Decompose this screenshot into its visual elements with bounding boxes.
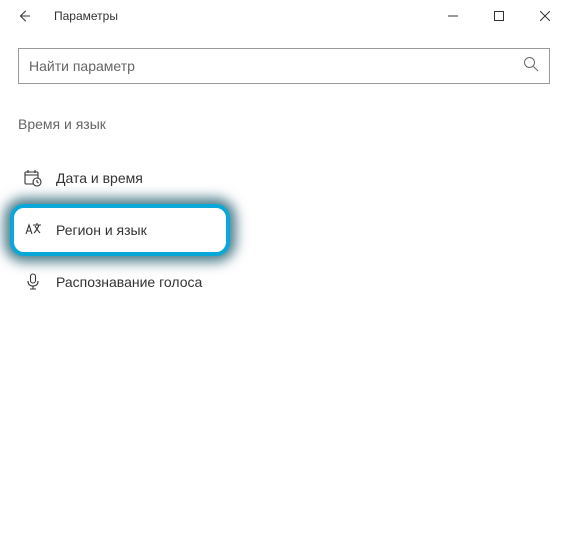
search-input[interactable]	[29, 58, 523, 74]
window-title: Параметры	[54, 9, 118, 23]
content-area: Время и язык Дата и время Регион и язы	[0, 32, 568, 306]
maximize-icon	[494, 11, 504, 21]
language-icon	[24, 221, 42, 239]
minimize-button[interactable]	[430, 0, 476, 32]
nav-item-date-time[interactable]: Дата и время	[18, 154, 550, 202]
calendar-clock-icon	[24, 169, 42, 187]
titlebar: Параметры	[0, 0, 568, 32]
nav-item-region-language[interactable]: Регион и язык	[10, 204, 230, 256]
nav-item-speech-recognition[interactable]: Распознавание голоса	[18, 258, 550, 306]
microphone-icon	[24, 273, 42, 291]
section-title: Время и язык	[18, 116, 550, 132]
close-icon	[540, 11, 550, 21]
minimize-icon	[448, 11, 458, 21]
close-button[interactable]	[522, 0, 568, 32]
nav-item-label: Регион и язык	[56, 222, 147, 238]
nav-list: Дата и время Регион и язык Распознавание…	[18, 154, 550, 306]
maximize-button[interactable]	[476, 0, 522, 32]
window-controls	[430, 0, 568, 32]
nav-item-label: Распознавание голоса	[56, 274, 202, 290]
nav-item-label: Дата и время	[56, 170, 143, 186]
arrow-left-icon	[17, 9, 31, 23]
back-button[interactable]	[8, 0, 40, 32]
search-box[interactable]	[18, 48, 550, 84]
search-icon	[523, 56, 539, 77]
